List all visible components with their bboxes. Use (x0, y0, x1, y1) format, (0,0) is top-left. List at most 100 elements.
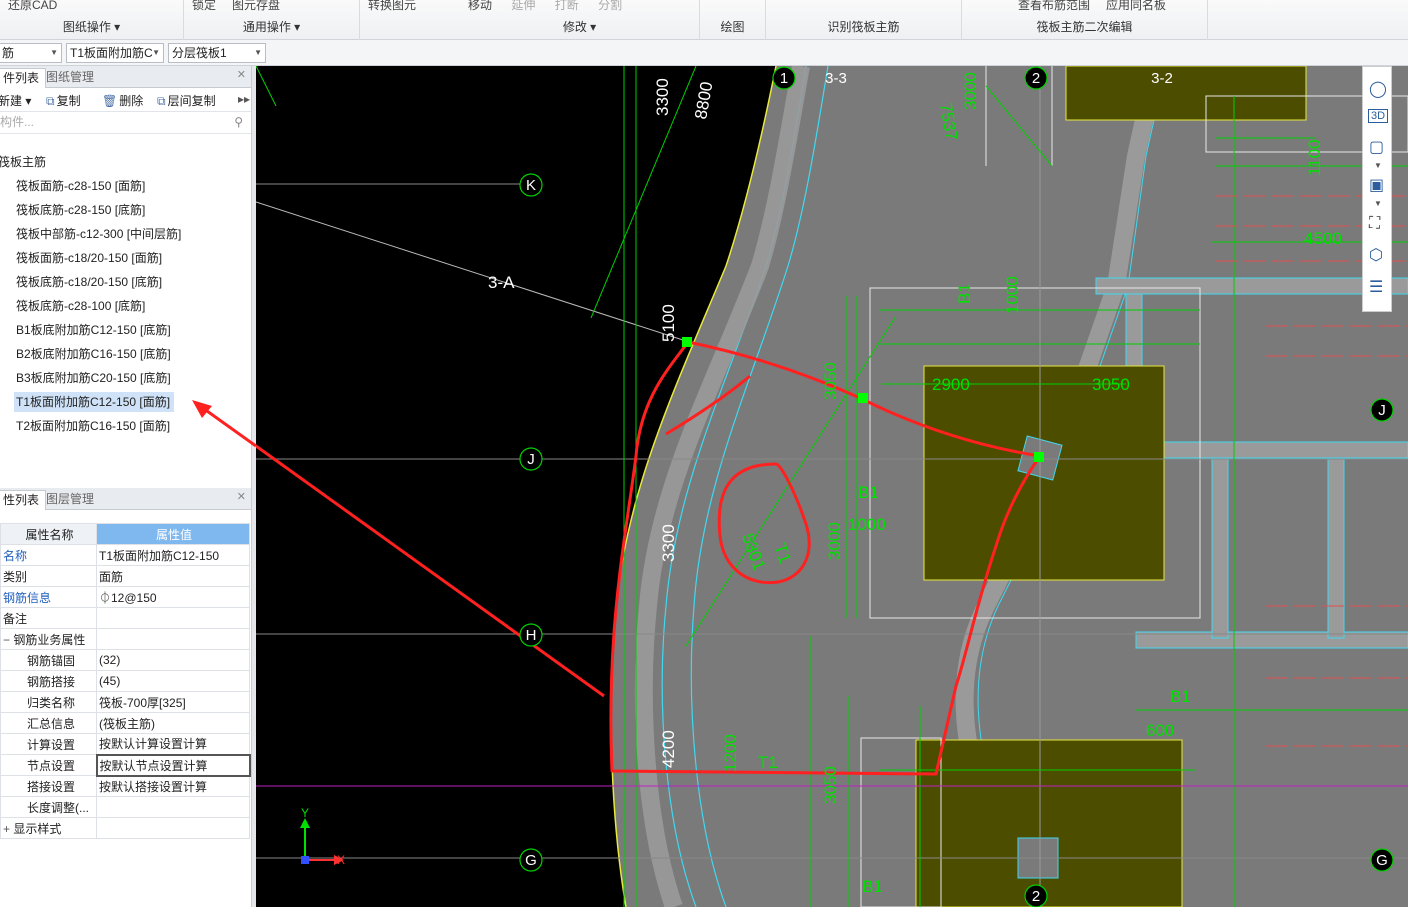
property-row[interactable]: 节点设置 按默认节点设置计算 (0, 753, 251, 777)
tree-item[interactable]: T1板面附加筋C12-150 [面筋] (14, 392, 175, 412)
property-row[interactable]: 汇总信息 (筏板主筋) (0, 712, 250, 734)
tree-item[interactable]: B3板底附加筋C20-150 [底筋] (14, 368, 175, 388)
move-button[interactable]: 移动 (468, 0, 492, 12)
expand-icon[interactable]: + (3, 822, 13, 836)
axis-bubble-label: 3-2 (1151, 70, 1173, 87)
axis-bubble: H (519, 623, 543, 647)
property-value[interactable]: 面筋 (96, 565, 250, 587)
close-icon[interactable]: ✕ (237, 68, 246, 81)
box-icon[interactable]: ▢ (1369, 137, 1384, 157)
ribbon-group-label[interactable]: 修改 (563, 20, 587, 34)
axis-bubble-label: J (1378, 402, 1386, 419)
component-name-combo[interactable]: T1板面附加筋C ▼ (66, 43, 164, 63)
chevron-down-icon[interactable]: ▼ (1374, 199, 1382, 208)
new-button[interactable]: 新建 ▾ (0, 92, 31, 109)
component-list-panel: 件列表 图纸管理 ✕ 新建 ▾ ⧉ 复制 🗑 删除 ⧉ 层间复制 ▸▸ 构件... ⚲… (0, 66, 252, 488)
property-value[interactable] (96, 628, 250, 650)
apply-same-name-button[interactable]: 应用同名板 (1106, 0, 1166, 12)
ribbon-group-label[interactable]: 图纸操作 (63, 20, 111, 34)
restore-cad-button[interactable]: 还原CAD (8, 0, 57, 12)
tree-item[interactable]: 筏板底筋-c18/20-150 [底筋] (14, 272, 166, 292)
copy-icon: ⧉ (46, 94, 55, 108)
layer-combo[interactable]: 分层筏板1 ▼ (168, 43, 266, 63)
property-row[interactable]: 名称 T1板面附加筋C12-150 (0, 544, 250, 566)
axis-bubble: 2 (1024, 66, 1048, 90)
dimension-label: B1 (955, 283, 974, 304)
axis-bubble-label: J (527, 451, 535, 468)
column-header-value: 属性值 (96, 523, 250, 545)
zoom-extents-icon[interactable]: ⛶ (1369, 215, 1380, 233)
axis-bubble-label: 3-3 (825, 70, 847, 87)
tree-item[interactable]: 筏板中部筋-c12-300 [中间层筋] (14, 224, 185, 244)
lock-button[interactable]: 锁定 (192, 0, 216, 12)
tree-item[interactable]: 筏板面筋-c28-150 [面筋] (14, 176, 149, 196)
property-value[interactable]: (筏板主筋) (96, 712, 250, 734)
property-value[interactable]: 按默认搭接设置计算 (96, 775, 250, 797)
copy-button[interactable]: ⧉ 复制 (46, 92, 81, 109)
property-row[interactable]: 计算设置 按默认计算设置计算 (0, 733, 250, 755)
tree-item[interactable]: 筏板底筋-c28-150 [底筋] (14, 200, 149, 220)
property-value[interactable]: 按默认节点设置计算 (95, 753, 251, 777)
orbit-icon[interactable]: ◯ (1369, 79, 1387, 99)
tree-item[interactable]: B1板底附加筋C12-150 [底筋] (14, 320, 175, 340)
property-value[interactable] (96, 817, 250, 839)
isometric-icon[interactable]: ⬡ (1369, 245, 1383, 265)
property-row[interactable]: 长度调整(... (0, 796, 250, 818)
dimension-label: 5100 (659, 304, 678, 342)
3d-view-icon[interactable]: 3D (1368, 109, 1389, 123)
layer-copy-button[interactable]: ⧉ 层间复制 (157, 92, 216, 109)
property-value[interactable]: (32) (96, 649, 250, 671)
property-row[interactable]: 搭接设置 按默认搭接设置计算 (0, 775, 250, 797)
property-name: 节点设置 (0, 754, 97, 776)
property-name: 计算设置 (0, 733, 97, 755)
property-value[interactable] (96, 796, 250, 818)
close-icon[interactable]: ✕ (237, 490, 246, 503)
tab-drawing-management[interactable]: 图纸管理 (40, 68, 100, 88)
dimension-label: 2900 (932, 375, 970, 394)
split-button[interactable]: 分割 (598, 0, 622, 12)
property-value[interactable]: ⏀12@150 (96, 586, 250, 608)
tree-item[interactable]: T2板面附加筋C16-150 [面筋] (14, 416, 174, 436)
save-element-button[interactable]: 图元存盘 (232, 0, 280, 12)
tab-layer-management[interactable]: 图层管理 (40, 490, 100, 510)
convert-element-button[interactable]: 转换图元 (368, 0, 416, 12)
dimension-label: 3050 (1092, 375, 1130, 394)
property-name: 钢筋信息 (0, 586, 97, 608)
property-row[interactable]: 钢筋搭接 (45) (0, 670, 250, 692)
property-row[interactable]: − 钢筋业务属性 (0, 628, 250, 650)
more-icon[interactable]: ▸▸ (238, 92, 250, 106)
dimension-label: 1100 (1305, 139, 1324, 176)
component-type-combo[interactable]: 筋 ▼ (0, 43, 62, 63)
search-input[interactable]: 构件... ⚲ (0, 112, 251, 134)
property-row[interactable]: 钢筋锚固 (32) (0, 649, 250, 671)
axis-bubble: J (1370, 398, 1394, 422)
cube-icon[interactable]: ▣ (1369, 175, 1384, 195)
property-row[interactable]: 备注 (0, 607, 250, 629)
copy-layers-icon: ⧉ (157, 94, 166, 108)
property-value[interactable]: 按默认计算设置计算 (96, 733, 250, 755)
ribbon-group-label[interactable]: 通用操作 (243, 20, 291, 34)
tree-root[interactable]: 筏板主筋 (0, 152, 46, 172)
tree-item[interactable]: B2板底附加筋C16-150 [底筋] (14, 344, 175, 364)
property-value[interactable] (96, 607, 250, 629)
property-value[interactable]: 筏板-700厚[325] (96, 691, 250, 713)
break-button[interactable]: 打断 (555, 0, 579, 12)
property-row[interactable]: + 显示样式 (0, 817, 250, 839)
extend-button[interactable]: 延伸 (511, 0, 535, 12)
tree-item[interactable]: 筏板面筋-c18/20-150 [面筋] (14, 248, 166, 268)
property-row[interactable]: 钢筋信息 ⏀12@150 (0, 586, 250, 608)
property-value[interactable]: T1板面附加筋C12-150 (96, 544, 250, 566)
chevron-down-icon[interactable]: ▼ (1374, 161, 1382, 170)
ribbon-group-general-ops: 锁定 图元存盘 通用操作 ▾ (184, 0, 360, 40)
property-row[interactable]: 类别 面筋 (0, 565, 250, 587)
cad-viewport[interactable]: 1 3-3 2 3-2 K J H G J G 2 3300 8800 3000 1100 4500 3-A 5… (256, 66, 1408, 907)
property-value[interactable]: (45) (96, 670, 250, 692)
tree-item[interactable]: 筏板底筋-c28-100 [底筋] (14, 296, 149, 316)
delete-button[interactable]: 🗑 删除 (102, 92, 143, 109)
search-icon[interactable]: ⚲ (234, 112, 243, 133)
expand-icon[interactable]: − (3, 633, 13, 647)
axis-bubble-label: G (525, 852, 537, 869)
view-rebar-range-button[interactable]: 查看布筋范围 (1018, 0, 1090, 12)
layer-settings-icon[interactable]: ☰ (1369, 277, 1383, 297)
property-row[interactable]: 归类名称 筏板-700厚[325] (0, 691, 250, 713)
